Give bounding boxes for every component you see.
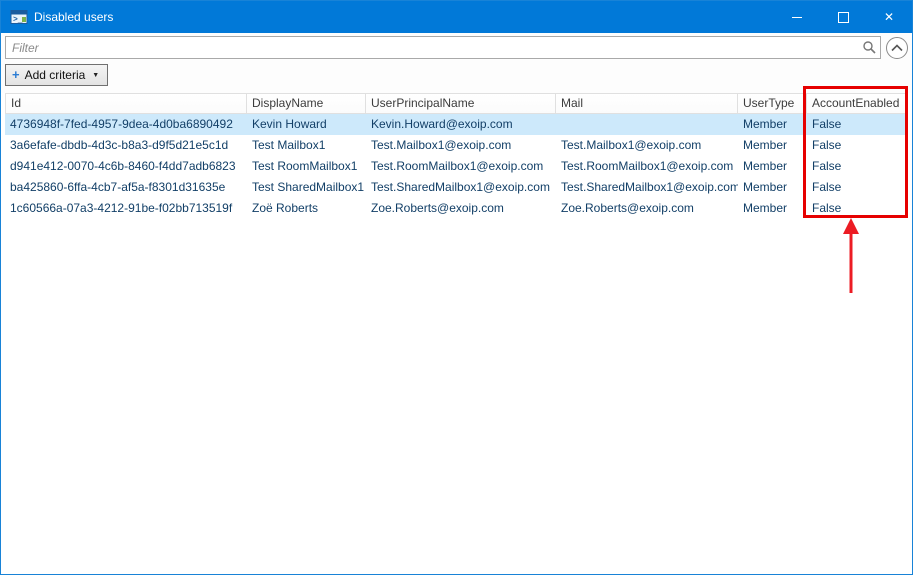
grid-body: 4736948f-7fed-4957-9dea-4d0ba6890492Kevi…: [5, 114, 908, 219]
cell-displayName: Test RoomMailbox1: [247, 156, 366, 177]
results-grid: IdDisplayNameUserPrincipalNameMailUserTy…: [5, 93, 908, 570]
cell-mail: Test.RoomMailbox1@exoip.com: [556, 156, 738, 177]
cell-accountEnabled: False: [807, 177, 906, 198]
column-header-id[interactable]: Id: [5, 93, 247, 114]
cell-mail: Test.SharedMailbox1@exoip.com: [556, 177, 738, 198]
table-row[interactable]: ba425860-6ffa-4cb7-af5a-f8301d31635eTest…: [5, 177, 906, 198]
cell-accountEnabled: False: [807, 135, 906, 156]
close-button[interactable]: ✕: [866, 1, 912, 33]
cell-displayName: Test SharedMailbox1: [247, 177, 366, 198]
cell-mail: Test.Mailbox1@exoip.com: [556, 135, 738, 156]
maximize-icon: [838, 12, 849, 23]
cell-accountEnabled: False: [807, 114, 906, 135]
cell-mail: Zoe.Roberts@exoip.com: [556, 198, 738, 219]
add-criteria-button[interactable]: + Add criteria ▼: [5, 64, 108, 86]
window-title: Disabled users: [34, 10, 774, 24]
cell-userType: Member: [738, 177, 807, 198]
cell-id: 3a6efafe-dbdb-4d3c-b8a3-d9f5d21e5c1d: [5, 135, 247, 156]
column-header-filler: [906, 93, 908, 114]
minimize-icon: [792, 17, 802, 18]
app-icon: >_: [10, 8, 28, 26]
close-icon: ✕: [884, 10, 894, 24]
minimize-button[interactable]: [774, 1, 820, 33]
titlebar: >_ Disabled users ✕: [1, 1, 912, 33]
column-header-userPrincipalName[interactable]: UserPrincipalName: [366, 93, 556, 114]
cell-id: d941e412-0070-4c6b-8460-f4dd7adb6823: [5, 156, 247, 177]
cell-displayName: Kevin Howard: [247, 114, 366, 135]
column-header-displayName[interactable]: DisplayName: [247, 93, 366, 114]
table-row[interactable]: d941e412-0070-4c6b-8460-f4dd7adb6823Test…: [5, 156, 906, 177]
cell-userType: Member: [738, 156, 807, 177]
add-criteria-label: Add criteria: [25, 68, 86, 82]
column-header-mail[interactable]: Mail: [556, 93, 738, 114]
table-row[interactable]: 4736948f-7fed-4957-9dea-4d0ba6890492Kevi…: [5, 114, 906, 135]
cell-accountEnabled: False: [807, 156, 906, 177]
cell-id: ba425860-6ffa-4cb7-af5a-f8301d31635e: [5, 177, 247, 198]
cell-userType: Member: [738, 135, 807, 156]
maximize-button[interactable]: [820, 1, 866, 33]
svg-text:>_: >_: [13, 16, 23, 25]
cell-userPrincipalName: Test.SharedMailbox1@exoip.com: [366, 177, 556, 198]
table-row[interactable]: 3a6efafe-dbdb-4d3c-b8a3-d9f5d21e5c1dTest…: [5, 135, 906, 156]
table-row[interactable]: 1c60566a-07a3-4212-91be-f02bb713519fZoë …: [5, 198, 906, 219]
cell-id: 4736948f-7fed-4957-9dea-4d0ba6890492: [5, 114, 247, 135]
column-header-userType[interactable]: UserType: [738, 93, 807, 114]
cell-userType: Member: [738, 198, 807, 219]
cell-userPrincipalName: Kevin.Howard@exoip.com: [366, 114, 556, 135]
cell-userType: Member: [738, 114, 807, 135]
cell-displayName: Zoë Roberts: [247, 198, 366, 219]
cell-accountEnabled: False: [807, 198, 906, 219]
cell-userPrincipalName: Zoe.Roberts@exoip.com: [366, 198, 556, 219]
chevron-up-icon: [891, 44, 903, 52]
criteria-row: + Add criteria ▼: [1, 61, 912, 93]
filter-row: [1, 33, 912, 61]
cell-mail: [556, 114, 738, 135]
filter-input[interactable]: [5, 36, 881, 59]
app-window: >_ Disabled users ✕ + Add criteria: [0, 0, 913, 575]
column-header-accountEnabled[interactable]: AccountEnabled: [807, 93, 906, 114]
chevron-down-icon: ▼: [92, 72, 99, 79]
plus-icon: +: [12, 70, 20, 80]
collapse-criteria-button[interactable]: [886, 37, 908, 59]
cell-userPrincipalName: Test.RoomMailbox1@exoip.com: [366, 156, 556, 177]
cell-userPrincipalName: Test.Mailbox1@exoip.com: [366, 135, 556, 156]
grid-header-row: IdDisplayNameUserPrincipalNameMailUserTy…: [5, 93, 908, 114]
cell-displayName: Test Mailbox1: [247, 135, 366, 156]
cell-id: 1c60566a-07a3-4212-91be-f02bb713519f: [5, 198, 247, 219]
